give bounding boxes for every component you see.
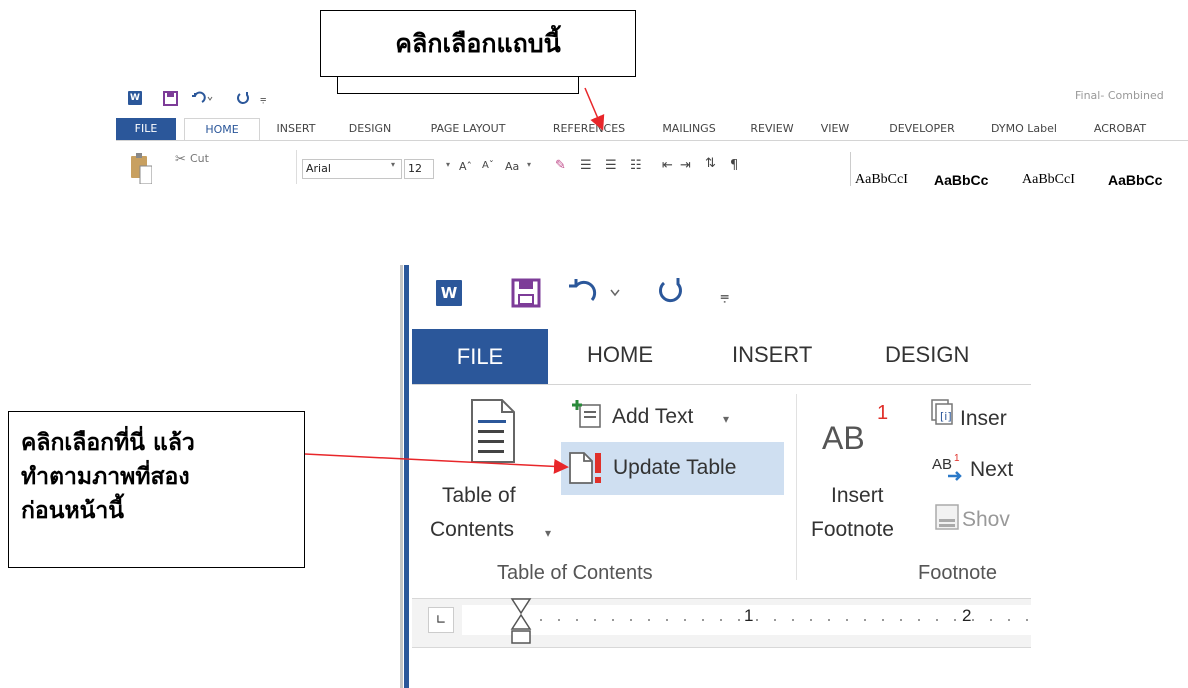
arrow-to-update-table: [304, 453, 569, 474]
arrow-to-references-tab: [584, 87, 605, 131]
callout-arrows: [304, 87, 605, 474]
